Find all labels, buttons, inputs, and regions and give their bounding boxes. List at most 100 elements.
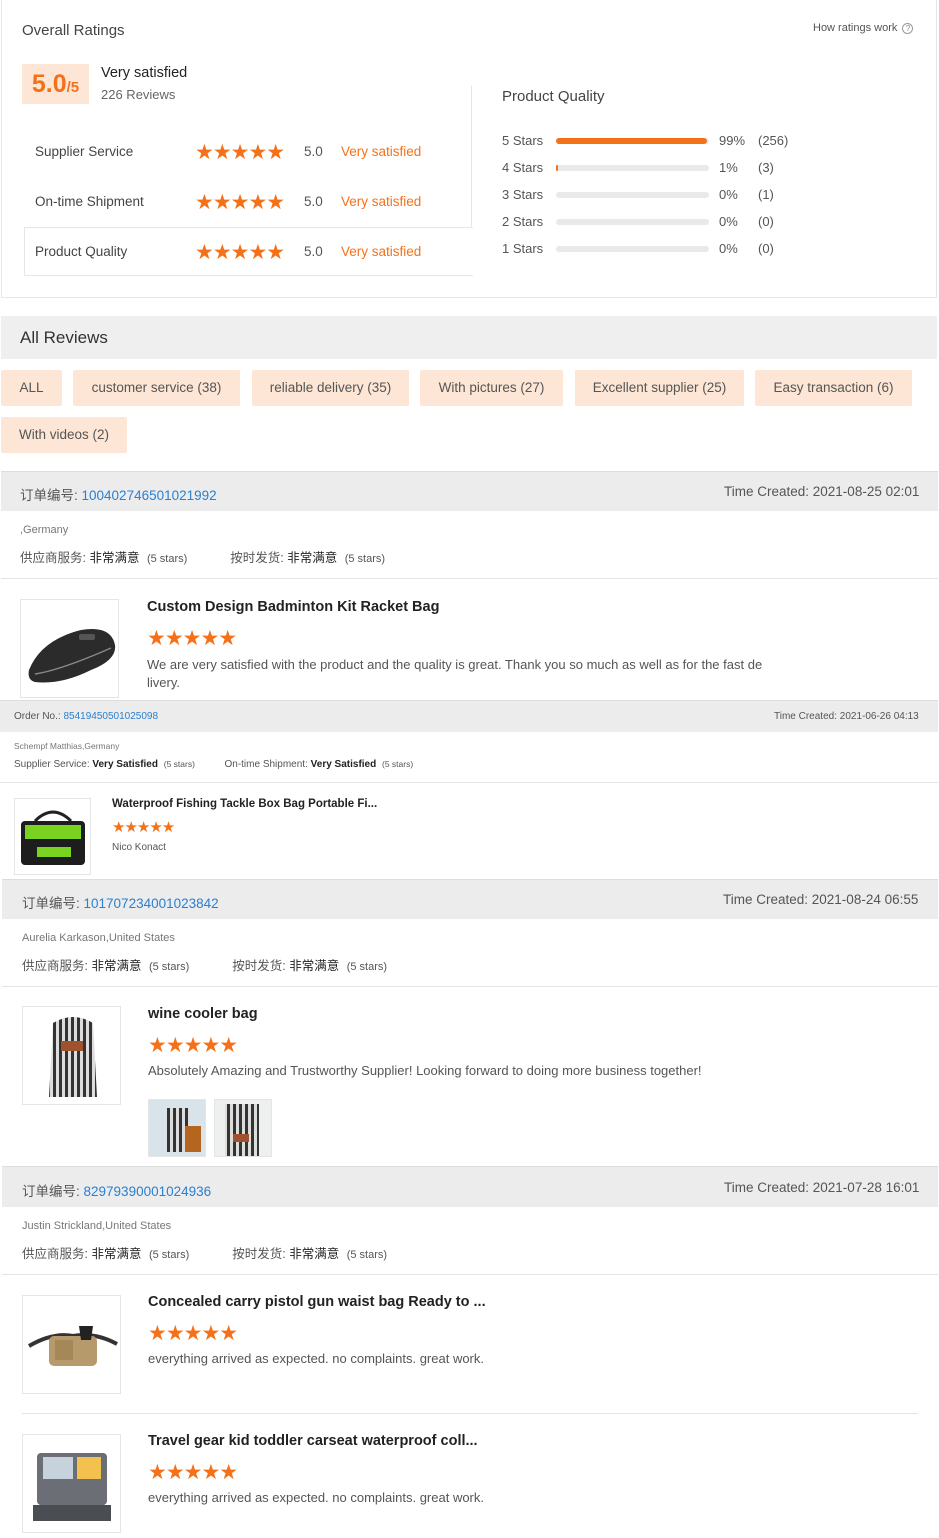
review-ratings-line: 供应商服务: 非常满意 (5 stars) 按时发货: 非常满意 (5 star… [22, 1243, 387, 1262]
review-text-line: We are very satisfied with the product a… [147, 657, 763, 672]
shipment-label: 按时发货: [232, 1247, 290, 1261]
order-label: Order No.: [14, 711, 64, 722]
rating-label: Product Quality [35, 244, 128, 259]
bar-count: (1) [758, 187, 774, 202]
photo-icon [215, 1100, 271, 1156]
overall-summary: Very satisfied [101, 65, 188, 81]
bar-label: 3 Stars [502, 187, 544, 202]
divider [1, 578, 938, 579]
review-text: We are very satisfied with the product a… [147, 656, 827, 692]
bar-track [556, 192, 709, 198]
order-bar: 订单编号: 100402746501021992 Time Created: 2… [1, 471, 938, 511]
product-image-tackle-bag[interactable] [14, 798, 91, 875]
supplier-value: Very Satisfied [92, 759, 158, 770]
product-title-link[interactable]: Waterproof Fishing Tackle Box Bag Portab… [112, 798, 377, 810]
order-label: 订单编号: [20, 488, 82, 503]
shipment-stars: (5 stars) [346, 961, 388, 973]
bar-percent: 99% [719, 133, 746, 148]
supplier-value: 非常满意 [91, 1247, 142, 1261]
shipment-label: On-time Shipment: [224, 759, 311, 770]
supplier-label: 供应商服务: [22, 959, 92, 973]
order-number-link[interactable]: 85419450501025098 [63, 711, 158, 722]
overall-ratings-panel: Overall Ratings How ratings work ? 5.0/5… [1, 0, 937, 298]
product-image-wine-bag[interactable] [22, 1006, 121, 1105]
divider [2, 986, 938, 987]
product-title-link[interactable]: Custom Design Badminton Kit Racket Bag [147, 599, 439, 615]
wine-bag-icon [49, 1017, 97, 1097]
rating-value: 5.0 [304, 144, 323, 159]
time-created: Time Created: 2021-08-24 06:55 [723, 892, 919, 907]
overall-score: 5.0 [31, 70, 67, 98]
shipment-stars: (5 stars) [382, 759, 414, 769]
reviewer-info: Justin Strickland,United States [22, 1220, 172, 1232]
order-label: 订单编号: [22, 1184, 84, 1199]
bar-count: (3) [758, 160, 774, 175]
star-icons: ★★★★★ [195, 241, 285, 264]
review-ratings-line: Supplier Service: Very Satisfied (5 star… [14, 759, 413, 770]
order-bar: 订单编号: 101707234001023842 Time Created: 2… [2, 879, 938, 919]
supplier-stars: (5 stars) [148, 961, 190, 973]
rating-desc: Very satisfied [341, 244, 422, 259]
order-number-link[interactable]: 101707234001023842 [84, 896, 219, 911]
supplier-stars: (5 stars) [163, 759, 195, 769]
filter-tag-with-videos[interactable]: With videos (2) [1, 417, 127, 453]
how-ratings-work-label[interactable]: How ratings work [813, 22, 897, 34]
bar-fill [556, 165, 558, 171]
review-text-line: livery. [147, 675, 180, 690]
help-icon[interactable]: ? [902, 23, 914, 34]
product-image-carseat-tray[interactable] [22, 1434, 121, 1533]
reviewer-info: Aurelia Karkason,United States [22, 932, 175, 944]
review-photo[interactable] [148, 1099, 206, 1157]
shipment-stars: (5 stars) [344, 553, 386, 565]
supplier-label: 供应商服务: [22, 1247, 92, 1261]
review-text: everything arrived as expected. no compl… [148, 1490, 485, 1505]
overall-ratings-title: Overall Ratings [22, 22, 125, 39]
bar-percent: 0% [719, 241, 738, 256]
bar-track [556, 246, 709, 252]
review-ratings-line: 供应商服务: 非常满意 (5 stars) 按时发货: 非常满意 (5 star… [20, 547, 385, 566]
review-photo[interactable] [214, 1099, 272, 1157]
product-image-waist-bag[interactable] [22, 1295, 121, 1394]
filter-tag-customer-service[interactable]: customer service (38) [73, 370, 240, 406]
tackle-bag-icon [21, 810, 85, 865]
overall-score-badge: 5.0/5 [22, 64, 89, 104]
product-title-link[interactable]: Concealed carry pistol gun waist bag Rea… [148, 1294, 486, 1310]
order-number-link[interactable]: 100402746501021992 [82, 488, 217, 503]
overall-score-max: /5 [66, 79, 80, 96]
filter-tag-easy-transaction[interactable]: Easy transaction (6) [755, 370, 912, 406]
photo-icon [149, 1100, 205, 1156]
rating-value: 5.0 [304, 194, 323, 209]
star-icons: ★★★★★ [147, 627, 237, 650]
all-reviews-title: All Reviews [20, 328, 108, 347]
review-ratings-line: 供应商服务: 非常满意 (5 stars) 按时发货: 非常满意 (5 star… [22, 955, 387, 974]
product-title-link[interactable]: Travel gear kid toddler carseat waterpro… [148, 1433, 478, 1449]
how-ratings-work-link[interactable]: How ratings work ? [813, 22, 914, 34]
supplier-label: 供应商服务: [20, 551, 90, 565]
bar-count: (256) [758, 133, 789, 148]
supplier-label: Supplier Service: [14, 759, 93, 770]
product-image-racket-bag[interactable] [20, 599, 119, 698]
filter-tag-all[interactable]: ALL [1, 370, 62, 406]
divider [2, 1274, 938, 1275]
bar-percent: 1% [719, 160, 738, 175]
filter-tag-reliable-delivery[interactable]: reliable delivery (35) [252, 370, 409, 406]
filter-tag-excellent-supplier[interactable]: Excellent supplier (25) [575, 370, 744, 406]
carseat-tray-icon [33, 1453, 111, 1521]
bar-track [556, 219, 709, 225]
shipment-value: 非常满意 [287, 551, 338, 565]
shipment-value: 非常满意 [289, 959, 340, 973]
star-icons: ★★★★★ [148, 1461, 238, 1484]
supplier-stars: (5 stars) [148, 1249, 190, 1261]
rating-desc: Very satisfied [341, 194, 422, 209]
shipment-label: 按时发货: [230, 551, 288, 565]
order-number-link[interactable]: 82979390001024936 [84, 1184, 212, 1199]
filter-tag-with-pictures[interactable]: With pictures (27) [420, 370, 563, 406]
supplier-value: 非常满意 [89, 551, 140, 565]
product-title-link[interactable]: wine cooler bag [148, 1006, 258, 1022]
divider [22, 1413, 918, 1414]
product-quality-title: Product Quality [502, 88, 605, 105]
bar-label: 5 Stars [502, 133, 544, 148]
reviewer-info: ,Germany [20, 524, 69, 536]
all-reviews-header: All Reviews [1, 316, 937, 359]
bar-percent: 0% [719, 187, 738, 202]
